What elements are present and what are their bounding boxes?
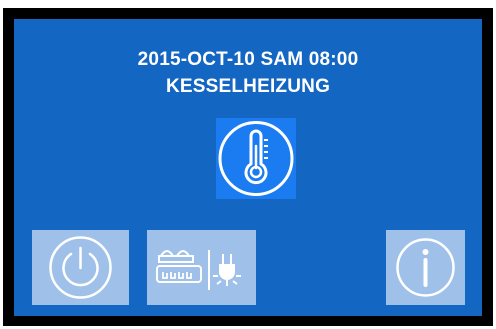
info-button[interactable]	[386, 230, 465, 305]
power-button[interactable]	[32, 230, 129, 305]
thermometer-icon	[218, 121, 294, 196]
datetime-label: 2015-OCT-10 SAM 08:00	[137, 49, 359, 70]
control-panel-screen: 2015-OCT-10 SAM 08:00 KESSELHEIZUNG	[14, 19, 482, 316]
heating-mode-label: KESSELHEIZUNG	[165, 76, 331, 97]
info-icon	[396, 238, 455, 297]
thermometer-status-tile	[216, 118, 296, 199]
boiler-grid-mode-button[interactable]	[147, 230, 256, 305]
boiler-and-plug-icon	[156, 250, 241, 290]
power-icon	[49, 236, 112, 299]
display-frame: 2015-OCT-10 SAM 08:00 KESSELHEIZUNG	[3, 8, 493, 326]
